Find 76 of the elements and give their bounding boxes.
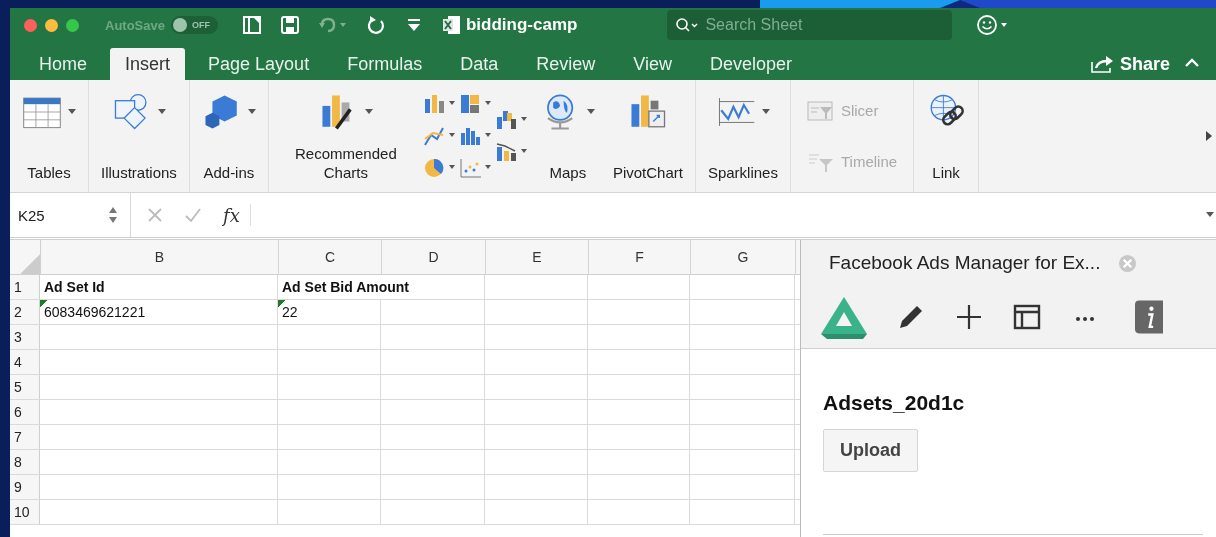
checkmark-icon[interactable] — [185, 207, 201, 223]
caret-icon — [157, 109, 166, 115]
name-box[interactable]: K25 — [10, 206, 108, 224]
ribbon-tab[interactable]: Insert — [110, 48, 186, 80]
column-header[interactable]: E — [486, 240, 589, 274]
ribbon-tab[interactable]: Formulas — [332, 48, 438, 80]
hierarchy-chart-icon[interactable] — [458, 93, 493, 115]
table-cell: Ad Set Bid Amount — [278, 275, 485, 299]
ribbon-button[interactable]: Illustrations — [95, 84, 183, 188]
search-icon — [675, 17, 700, 33]
ribbon-button[interactable]: Recommended Charts — [274, 84, 417, 188]
stepper-icon[interactable] — [108, 205, 118, 225]
column-header[interactable]: B — [41, 240, 279, 274]
ribbon-tab[interactable]: View — [618, 48, 687, 80]
row-header[interactable]: 7 — [10, 425, 40, 449]
table-cell: 22 — [278, 300, 381, 324]
redo-icon[interactable] — [365, 15, 386, 35]
share-icon — [1089, 54, 1114, 74]
ribbon-tab[interactable]: Review — [521, 48, 611, 80]
minimize-button[interactable] — [45, 18, 58, 32]
row-header[interactable]: 4 — [10, 350, 40, 374]
column-header[interactable]: C — [279, 240, 382, 274]
row-header[interactable]: 3 — [10, 325, 40, 349]
document-title: bidding-camp — [465, 15, 578, 35]
histogram-icon[interactable] — [458, 125, 493, 147]
caret-icon — [68, 109, 76, 115]
scroll-right-icon[interactable] — [1206, 131, 1212, 141]
save-icon[interactable] — [279, 15, 300, 35]
maximize-button[interactable] — [66, 18, 79, 32]
info-icon[interactable] — [1135, 299, 1163, 335]
row-header[interactable]: 1 — [10, 275, 40, 299]
sheet-name-heading: Adsets_20d1c — [823, 391, 965, 415]
ribbon-button[interactable]: Link — [920, 84, 973, 188]
column-header[interactable]: D — [382, 240, 486, 274]
ribbon-button[interactable]: Maps — [534, 84, 601, 188]
undo-icon[interactable] — [317, 15, 348, 35]
row-header[interactable]: 5 — [10, 375, 40, 399]
column-header[interactable]: G — [691, 240, 796, 274]
row-header[interactable]: 8 — [10, 450, 40, 474]
expand-formula-icon[interactable] — [1206, 212, 1214, 218]
collapse-ribbon-icon[interactable] — [1184, 58, 1200, 68]
pane-title: Facebook Ads Manager for Ex... — [829, 252, 1101, 274]
page-icon[interactable] — [241, 15, 262, 35]
combo-chart-icon[interactable] — [494, 141, 529, 163]
search-field[interactable]: Search Sheet — [667, 10, 953, 40]
table-cell: Ad Set Id — [40, 275, 278, 299]
ribbon-button[interactable]: PivotChart — [606, 84, 689, 188]
upload-button[interactable]: Upload — [823, 429, 918, 472]
row-header[interactable]: 10 — [10, 500, 40, 524]
ribbon-button[interactable]: Sparklines — [701, 84, 784, 188]
column-chart-icon[interactable] — [422, 93, 457, 115]
slicer-icon — [806, 99, 835, 122]
row-header[interactable]: 9 — [10, 475, 40, 499]
ribbon-button[interactable]: Tables — [16, 84, 82, 188]
waterfall-chart-icon[interactable] — [494, 109, 529, 131]
insert-function-button[interactable]: fx — [223, 204, 240, 226]
ribbon-tab[interactable]: Page Layout — [193, 48, 325, 80]
row-header[interactable]: 6 — [10, 400, 40, 424]
row-header[interactable]: 2 — [10, 300, 40, 324]
pie-chart-icon[interactable] — [422, 157, 457, 179]
ribbon-tab[interactable]: Data — [445, 48, 514, 80]
scatter-chart-icon[interactable] — [458, 157, 493, 179]
caret-icon — [247, 109, 256, 115]
table-cell: 6083469621221 — [40, 300, 278, 324]
ribbon-tab[interactable]: Home — [24, 48, 102, 80]
caret-icon — [586, 109, 595, 115]
caret-icon — [364, 109, 373, 115]
caret-icon — [761, 109, 770, 115]
ribbon-tab[interactable]: Developer — [694, 48, 807, 80]
ribbon-button[interactable]: Add-ins — [195, 84, 262, 188]
autosave-label: AutoSave — [105, 17, 165, 33]
autosave-toggle[interactable]: OFF — [170, 16, 218, 34]
share-button[interactable]: Share — [1083, 48, 1176, 80]
line-chart-icon[interactable] — [422, 125, 457, 147]
excel-file-icon — [441, 14, 462, 36]
column-header[interactable]: F — [589, 240, 691, 274]
